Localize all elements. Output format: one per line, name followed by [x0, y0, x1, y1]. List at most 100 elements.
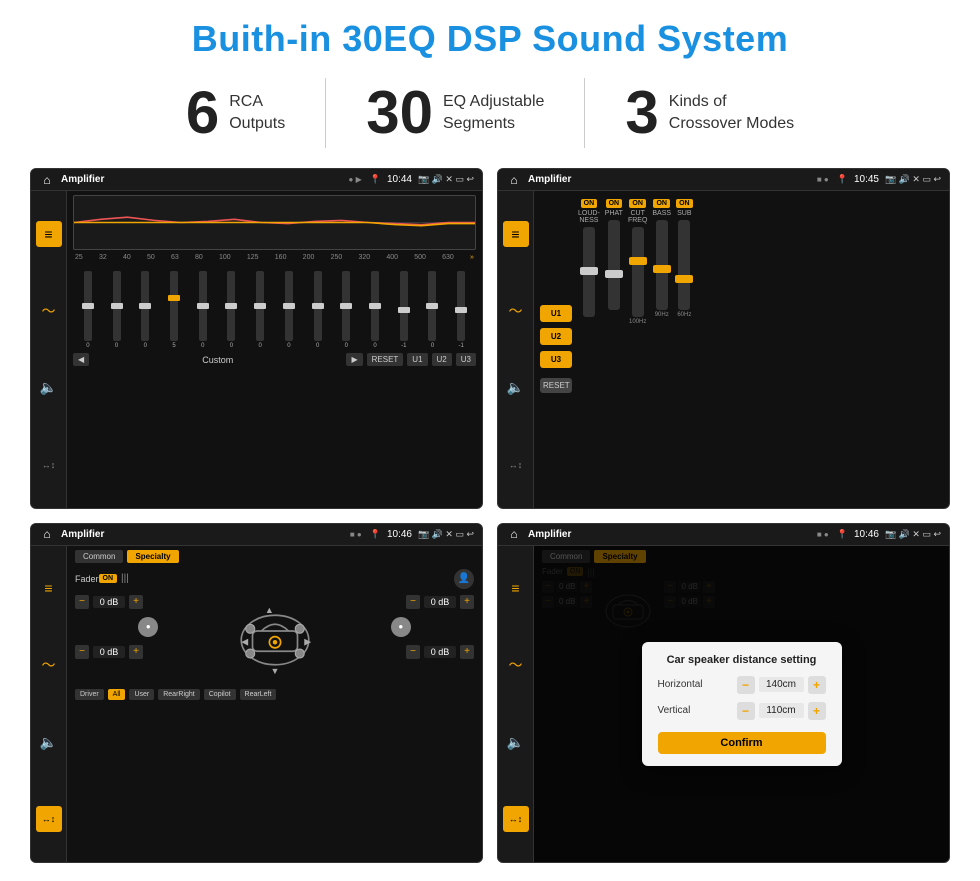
- status-time-2: 10:45: [854, 174, 879, 185]
- cutfreq-slider[interactable]: [632, 227, 644, 317]
- eq-slider-2[interactable]: 0: [132, 271, 158, 349]
- eq-reset-btn[interactable]: RESET: [367, 353, 404, 366]
- amp-speaker-icon[interactable]: 🔈: [503, 375, 529, 401]
- fader-tab-common[interactable]: Common: [75, 550, 123, 563]
- sub-on[interactable]: ON: [676, 199, 693, 208]
- eq-slider-10[interactable]: 0: [362, 271, 388, 349]
- status-icons-2: 📍: [837, 174, 848, 185]
- status-time-3: 10:46: [387, 529, 412, 540]
- eq-u2-btn[interactable]: U2: [432, 353, 452, 366]
- home-icon-4[interactable]: ⌂: [506, 526, 522, 542]
- confirm-button[interactable]: Confirm: [658, 732, 826, 754]
- fader-minus-4[interactable]: −: [406, 645, 420, 659]
- phat-slider[interactable]: [608, 220, 620, 310]
- modal-horizontal-minus[interactable]: −: [737, 676, 755, 694]
- fader-controls-right: − 0 dB + ● − 0 dB +: [328, 595, 475, 685]
- eq-freq-labels: 25 32 40 50 63 80 100 125 160 200 250 32…: [73, 254, 476, 261]
- wave-icon[interactable]: 〜: [36, 298, 62, 324]
- fader-user-btn[interactable]: User: [129, 689, 154, 700]
- dialog-eq-icon[interactable]: ≡: [503, 575, 529, 601]
- fader-all-btn[interactable]: All: [108, 689, 126, 700]
- fader-minus-3[interactable]: −: [406, 595, 420, 609]
- modal-horizontal-plus[interactable]: +: [808, 676, 826, 694]
- eq-slider-8[interactable]: 0: [305, 271, 331, 349]
- bass-slider[interactable]: [656, 220, 668, 310]
- eq-u1-btn[interactable]: U1: [407, 353, 427, 366]
- status-title-1: Amplifier: [61, 174, 343, 185]
- amp-wave-icon[interactable]: 〜: [503, 298, 529, 324]
- dialog-wave-icon[interactable]: 〜: [503, 652, 529, 678]
- eq-slider-6[interactable]: 0: [247, 271, 273, 349]
- loudness-slider[interactable]: [583, 227, 595, 317]
- fader-on-badge[interactable]: ON: [99, 574, 118, 583]
- fader-rearright-btn[interactable]: RearRight: [158, 689, 200, 700]
- modal-vertical-minus[interactable]: −: [737, 702, 755, 720]
- eq-next-btn[interactable]: ▶: [346, 353, 362, 366]
- eq-u3-btn[interactable]: U3: [456, 353, 476, 366]
- amp-reset-btn[interactable]: RESET: [540, 378, 572, 393]
- more-icon[interactable]: »: [470, 254, 474, 261]
- cutfreq-val: 100Hz: [629, 319, 646, 325]
- amp-eq-icon[interactable]: ≡: [503, 221, 529, 247]
- loudness-on[interactable]: ON: [581, 199, 598, 208]
- fader-db-row-1: − 0 dB +: [75, 595, 222, 609]
- home-icon-1[interactable]: ⌂: [39, 172, 55, 188]
- dialog-arrows-icon[interactable]: ↔↕: [503, 806, 529, 832]
- eq-sidebar: ≡ 〜 🔈 ↔↕: [31, 191, 67, 508]
- fader-wave-icon[interactable]: 〜: [36, 652, 62, 678]
- fader-driver-btn[interactable]: Driver: [75, 689, 104, 700]
- phat-on[interactable]: ON: [606, 199, 623, 208]
- fader-minus-2[interactable]: −: [75, 645, 89, 659]
- amp-u1-btn[interactable]: U1: [540, 305, 572, 322]
- eq-slider-0[interactable]: 0: [75, 271, 101, 349]
- fader-profile-icon[interactable]: 👤: [454, 569, 474, 589]
- fader-eq-icon[interactable]: ≡: [36, 575, 62, 601]
- amp-u3-btn[interactable]: U3: [540, 351, 572, 368]
- fader-tab-specialty[interactable]: Specialty: [127, 550, 178, 563]
- eq-slider-11[interactable]: -1: [391, 271, 417, 349]
- bass-on[interactable]: ON: [653, 199, 670, 208]
- fader-plus-2[interactable]: +: [129, 645, 143, 659]
- fader-speaker-icon[interactable]: 🔈: [36, 729, 62, 755]
- fader-arrows-icon[interactable]: ↔↕: [36, 806, 62, 832]
- eq-slider-4[interactable]: 0: [190, 271, 216, 349]
- fader-db-row-4: − 0 dB +: [406, 645, 474, 659]
- home-icon-3[interactable]: ⌂: [39, 526, 55, 542]
- cutfreq-on[interactable]: ON: [629, 199, 646, 208]
- eq-slider-12[interactable]: 0: [420, 271, 446, 349]
- amp-arrows-icon[interactable]: ↔↕: [503, 452, 529, 478]
- modal-vertical-plus[interactable]: +: [808, 702, 826, 720]
- sub-slider[interactable]: [678, 220, 690, 310]
- fader-plus-1[interactable]: +: [129, 595, 143, 609]
- home-icon-2[interactable]: ⌂: [506, 172, 522, 188]
- amp-u2-btn[interactable]: U2: [540, 328, 572, 345]
- eq-slider-5[interactable]: 0: [219, 271, 245, 349]
- fader-copilot-btn[interactable]: Copilot: [204, 689, 236, 700]
- bass-val: 90Hz: [655, 312, 669, 318]
- eq-slider-7[interactable]: 0: [276, 271, 302, 349]
- status-icons-4: 📍: [837, 529, 848, 540]
- eq-slider-9[interactable]: 0: [333, 271, 359, 349]
- eq-icon[interactable]: ≡: [36, 221, 62, 247]
- svg-text:◀: ◀: [241, 636, 248, 646]
- fader-minus-1[interactable]: −: [75, 595, 89, 609]
- status-icons-1b: 📷 🔊 ✕ ▭ ↩: [418, 174, 474, 185]
- eq-slider-1[interactable]: 0: [104, 271, 130, 349]
- fader-body: − 0 dB + ● − 0 dB +: [75, 595, 474, 685]
- eq-slider-13[interactable]: -1: [448, 271, 474, 349]
- status-icons-4b: 📷 🔊 ✕ ▭ ↩: [885, 529, 941, 540]
- fader-sidebar: ≡ 〜 🔈 ↔↕: [31, 546, 67, 863]
- arrows-icon[interactable]: ↔↕: [36, 452, 62, 478]
- stat-eq-number: 30: [366, 83, 433, 143]
- screen-eq: ⌂ Amplifier ● ▶ 📍 10:44 📷 🔊 ✕ ▭ ↩ ≡ 〜 🔈 …: [30, 168, 483, 509]
- svg-text:▼: ▼: [270, 665, 279, 675]
- eq-prev-btn[interactable]: ◀: [73, 353, 89, 366]
- fader-rearleft-btn[interactable]: RearLeft: [240, 689, 277, 700]
- amp-sliders-container: ON LOUD-NESS ON PHAT: [578, 195, 943, 504]
- fader-plus-3[interactable]: +: [460, 595, 474, 609]
- fader-plus-4[interactable]: +: [460, 645, 474, 659]
- speaker-icon[interactable]: 🔈: [36, 375, 62, 401]
- eq-slider-3[interactable]: 5: [161, 271, 187, 349]
- fader-content: ≡ 〜 🔈 ↔↕ Common Specialty Fader ON ||| 👤: [31, 546, 482, 863]
- dialog-speaker-icon[interactable]: 🔈: [503, 729, 529, 755]
